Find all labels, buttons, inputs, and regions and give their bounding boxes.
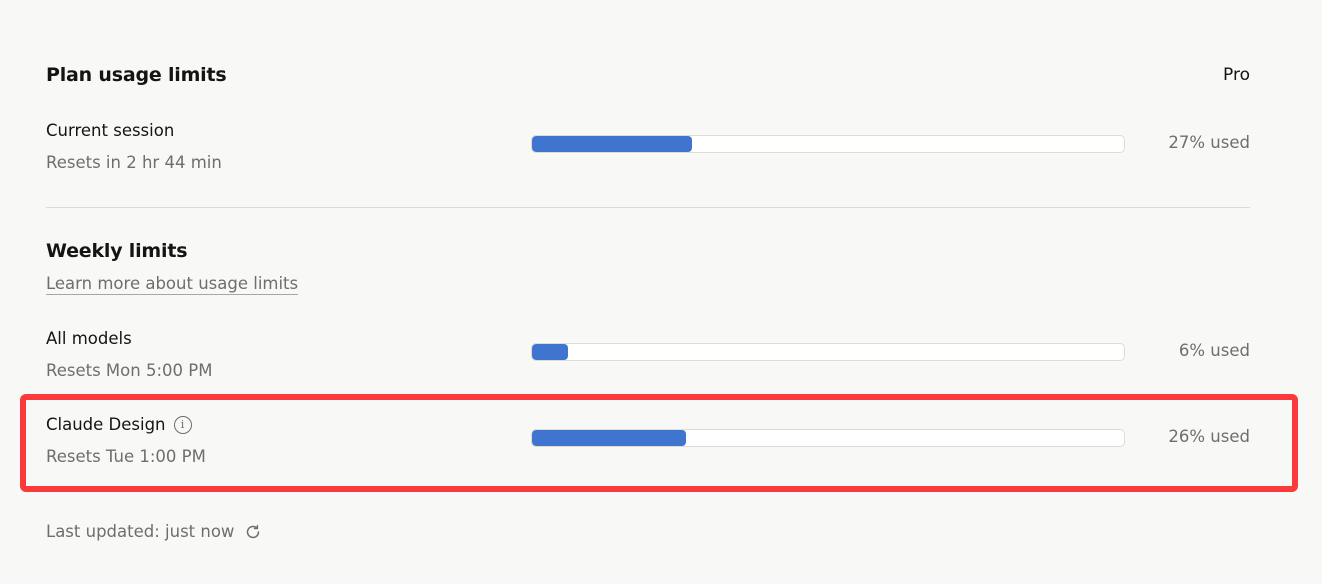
weekly-limits-title: Weekly limits [46,240,188,262]
learn-more-link[interactable]: Learn more about usage limits [46,274,299,295]
usage-percent-label: 27% used [1168,133,1250,152]
info-icon[interactable]: i [173,415,192,434]
last-updated-text: Last updated: just now [46,522,235,541]
usage-progress-fill [532,430,686,446]
usage-row-reset-text: Resets in 2 hr 44 min [46,153,222,172]
usage-progress-bar [531,343,1125,361]
usage-row-current-session: Current session Resets in 2 hr 44 min 27… [46,121,1250,185]
plan-name: Pro [1223,65,1250,85]
usage-row-claude-design: Claude Design i Resets Tue 1:00 PM 26% u… [46,415,1250,479]
usage-progress-bar [531,135,1125,153]
usage-row-name: Claude Design i [46,415,192,434]
plan-usage-title: Plan usage limits [46,64,227,86]
usage-row-label: All models [46,329,132,348]
usage-progress-bar [531,429,1125,447]
usage-percent-label: 6% used [1178,341,1250,360]
usage-row-reset-text: Resets Mon 5:00 PM [46,361,213,380]
usage-row-name: All models [46,329,132,348]
usage-row-label: Claude Design [46,415,166,434]
refresh-icon[interactable] [244,523,262,541]
usage-row-label: Current session [46,121,175,140]
usage-row-all-models: All models Resets Mon 5:00 PM 6% used [46,329,1250,393]
usage-percent-label: 26% used [1168,427,1250,446]
last-updated-footer: Last updated: just now [46,522,262,541]
usage-row-reset-text: Resets Tue 1:00 PM [46,447,206,466]
usage-progress-fill [532,136,692,152]
usage-progress-fill [532,344,568,360]
usage-row-name: Current session [46,121,174,140]
section-divider [46,207,1250,208]
